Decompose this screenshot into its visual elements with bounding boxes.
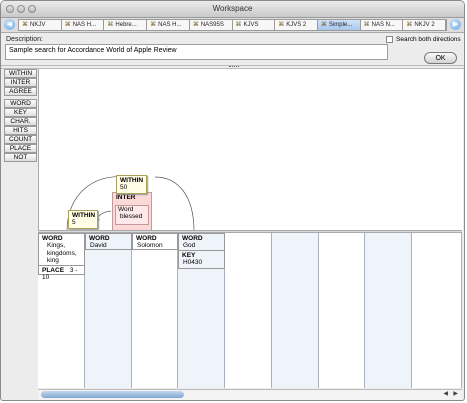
within-node-5[interactable]: WITHIN 5 [68, 210, 98, 229]
palette-word-button[interactable]: WORD [4, 99, 37, 108]
book-icon: ⌘ [320, 22, 327, 28]
word-node-title: WORD [182, 235, 203, 242]
tab-label: NKJV [30, 22, 46, 28]
horizontal-scrollbar[interactable]: ◀ ▶ [38, 389, 462, 400]
book-icon: ⌘ [22, 22, 28, 28]
search-canvas[interactable]: INTER Word blessed WITHIN 5 WITHIN 50 [38, 69, 463, 231]
tab-7[interactable]: ⌘ KJVS 2 [275, 20, 318, 30]
tab-6[interactable]: ⌘ KJVS [233, 20, 276, 30]
checkbox-icon[interactable] [386, 36, 393, 43]
word-node-title: WORD [136, 235, 157, 242]
tab-label: KJVS [243, 22, 259, 28]
description-field[interactable]: Sample search for Accordance World of Ap… [5, 44, 388, 60]
palette-char-button[interactable]: CHAR. [4, 117, 37, 126]
command-palette: WITHIN INTER AGREE WORD KEY CHAR. HITS COUNT PLA… [4, 69, 37, 162]
book-icon: ⌘ [363, 22, 370, 28]
book-icon: ⌘ [192, 22, 199, 28]
inter-node[interactable]: INTER Word blessed [112, 192, 152, 231]
column-5 [225, 233, 272, 388]
arc-right-icon [154, 176, 195, 231]
book-icon: ⌘ [278, 22, 285, 28]
back-arrow-icon[interactable]: ◀ [4, 19, 15, 30]
book-icon: ⌘ [235, 22, 242, 28]
within-node-50[interactable]: WITHIN 50 [116, 175, 147, 194]
palette-agree-button[interactable]: AGREE [4, 87, 37, 96]
tab-bar: ◀ ⌘ NKJV ⌘ NAS H... ⌘ Hebre... ⌘ NAS H... ⌘ NAS95… [1, 18, 464, 33]
palette-count-button[interactable]: COUNT [4, 135, 37, 144]
book-icon: ⌘ [107, 22, 114, 28]
inter-word-label: Word [118, 206, 134, 213]
search-both-directions-label: Search both directions [396, 36, 461, 43]
word-node-title: WORD [89, 235, 110, 242]
results-columns: WORD Kings, kingdoms, king PLACE 3 - 10 … [38, 233, 462, 388]
word-node-david[interactable]: WORD David [85, 233, 132, 250]
column-8 [365, 233, 412, 388]
key-value: H0430 [183, 259, 203, 266]
tab-label: NKJV 2 [414, 22, 435, 28]
tab-label: NAS H... [158, 22, 182, 28]
inter-word-box[interactable]: Word blessed [115, 205, 149, 225]
word-node-line-2: kingdoms, [47, 250, 77, 257]
tab-label: NAS H... [72, 22, 97, 28]
word-node-line-1: Kings, [47, 242, 66, 249]
book-icon: ⌘ [406, 22, 413, 28]
word-node-value: God [183, 242, 196, 249]
within-node-value: 5 [72, 219, 76, 226]
tab-4[interactable]: ⌘ NAS H... [147, 20, 190, 30]
tab-label: Simple... [328, 22, 353, 28]
palette-background [4, 233, 37, 399]
tab-label: KJVS 2 [286, 22, 307, 28]
tab-9[interactable]: ⌘ NAS N... [361, 20, 404, 30]
description-label: Description: [6, 36, 43, 43]
column-7 [319, 233, 365, 388]
column-3 [132, 233, 178, 388]
palette-within-button[interactable]: WITHIN [4, 69, 37, 78]
palette-key-button[interactable]: KEY [4, 108, 37, 117]
word-node-god[interactable]: WORD God KEY H0430 [178, 233, 225, 269]
palette-inter-button[interactable]: INTER [4, 78, 37, 87]
word-node-value: Solomon [137, 242, 163, 249]
within-node-value: 50 [120, 184, 128, 191]
word-node-value: David [90, 242, 107, 249]
scrollbar-thumb[interactable] [41, 391, 184, 398]
ok-button[interactable]: OK [424, 52, 457, 64]
tab-10[interactable]: ⌘ NKJV 2 [403, 20, 447, 30]
key-label: KEY [179, 250, 224, 259]
connection-arcs [66, 176, 195, 231]
scroll-left-arrow-icon[interactable]: ◀ [443, 390, 448, 397]
tab-1[interactable]: ⌘ NKJV [19, 20, 62, 30]
book-icon: ⌘ [150, 22, 157, 28]
tab-2[interactable]: ⌘ NAS H... [62, 20, 105, 30]
inter-node-title: INTER [116, 194, 136, 201]
tab-label: NAS N... [371, 22, 395, 28]
forward-arrow-icon[interactable]: ▶ [450, 19, 461, 30]
tab-label: Hebre... [115, 22, 137, 28]
inter-word-value: blessed [120, 213, 143, 220]
column-9 [412, 233, 462, 388]
within-node-title: WITHIN [120, 177, 144, 184]
palette-not-button[interactable]: NOT [4, 153, 37, 162]
window-title: Workspace [212, 4, 253, 13]
word-node-title: WORD [42, 235, 63, 242]
palette-place-button[interactable]: PLACE [4, 144, 37, 153]
word-node-kings[interactable]: WORD Kings, kingdoms, king PLACE 3 - 10 [38, 233, 85, 281]
within-node-title: WITHIN [72, 212, 96, 219]
tab-5[interactable]: ⌘ NAS95S [190, 20, 233, 30]
title-bar[interactable]: Workspace [1, 1, 464, 18]
tab-strip: ⌘ NKJV ⌘ NAS H... ⌘ Hebre... ⌘ NAS H... ⌘ NAS95S ⌘… [18, 19, 447, 31]
workspace-window: Workspace ◀ ⌘ NKJV ⌘ NAS H... ⌘ Hebre... ⌘ NAS … [0, 0, 465, 401]
tab-label: NAS95S [200, 22, 224, 28]
tab-3[interactable]: ⌘ Hebre... [104, 20, 148, 30]
palette-hits-button[interactable]: HITS [4, 126, 37, 135]
scroll-right-arrow-icon[interactable]: ▶ [453, 390, 458, 397]
place-row[interactable]: PLACE 3 - 10 [39, 265, 84, 282]
tab-8[interactable]: ⌘ Simple... [317, 20, 361, 30]
word-node-line-3: king [47, 257, 59, 264]
place-label: PLACE [42, 267, 65, 274]
column-6 [272, 233, 319, 388]
search-both-directions-checkbox[interactable]: Search both directions [386, 36, 461, 43]
column-2 [85, 233, 132, 388]
word-node-solomon[interactable]: WORD Solomon [132, 233, 178, 250]
book-icon: ⌘ [64, 22, 71, 28]
